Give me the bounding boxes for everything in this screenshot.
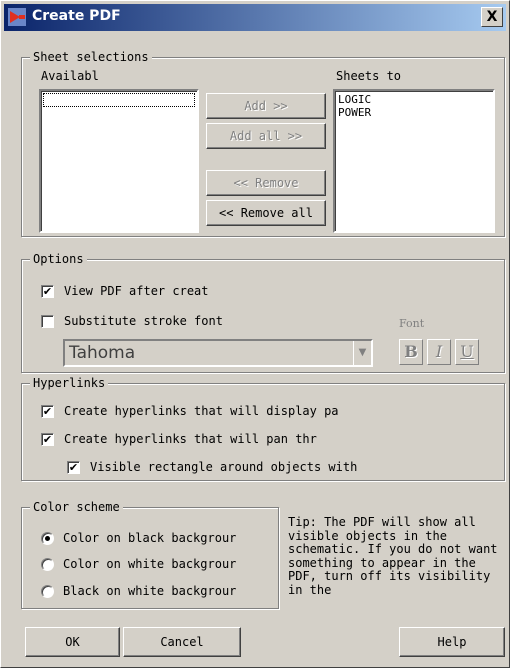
check-icon: ✔ (42, 433, 53, 446)
remove-all-button[interactable]: << Remove all (206, 200, 326, 226)
check-icon: ✔ (68, 461, 79, 474)
available-listbox[interactable] (39, 89, 199, 233)
chevron-down-icon[interactable]: ▼ (353, 341, 371, 365)
list-item[interactable]: LOGIC (338, 93, 490, 106)
radio-dot-icon (45, 536, 50, 541)
tip-text: Tip: The PDF will show all visible objec… (288, 516, 498, 597)
visible-rectangle-label: Visible rectangle around objects with (90, 460, 358, 474)
color-white-label: Color on white backgrour (63, 557, 237, 571)
color-white-radio[interactable] (41, 558, 54, 571)
title-bar[interactable]: Create PDF X (4, 4, 506, 31)
list-item[interactable]: POWER (338, 106, 490, 119)
cancel-button[interactable]: Cancel (123, 627, 241, 657)
view-pdf-checkbox[interactable]: ✔ (41, 285, 54, 298)
pan-hyperlinks-checkbox[interactable]: ✔ (41, 433, 54, 446)
pan-hyperlinks-label: Create hyperlinks that will pan thr (64, 432, 317, 446)
window-title: Create PDF (32, 8, 121, 24)
ok-button[interactable]: OK (25, 627, 120, 657)
color-black-radio[interactable] (41, 532, 54, 545)
font-value: Tahoma (69, 343, 136, 363)
list-focus-rect (43, 93, 195, 107)
underline-button[interactable]: U (455, 339, 479, 365)
app-icon (8, 8, 26, 26)
remove-button[interactable]: << Remove (206, 170, 326, 196)
italic-button[interactable]: I (427, 339, 451, 365)
options-legend: Options (30, 251, 87, 267)
view-pdf-label: View PDF after creat (64, 284, 209, 298)
font-combobox[interactable]: Tahoma ▼ (63, 339, 373, 367)
black-white-label: Black on white backgrour (63, 584, 237, 598)
add-button[interactable]: Add >> (206, 93, 326, 119)
visible-rectangle-checkbox[interactable]: ✔ (67, 461, 80, 474)
create-pdf-dialog: Create PDF X Sheet selections Availabl S… (0, 0, 510, 668)
color-scheme-legend: Color scheme (30, 499, 123, 515)
font-label: Font (399, 317, 425, 330)
available-label: Availabl (41, 69, 99, 83)
substitute-font-label: Substitute stroke font (64, 314, 223, 328)
close-icon: X (486, 9, 498, 25)
help-button[interactable]: Help (399, 627, 505, 657)
substitute-font-checkbox[interactable] (41, 315, 54, 328)
close-button[interactable]: X (481, 7, 503, 27)
color-black-label: Color on black backgrour (63, 531, 237, 545)
display-hyperlinks-label: Create hyperlinks that will display pa (64, 404, 339, 418)
check-icon: ✔ (42, 285, 53, 298)
add-all-button[interactable]: Add all >> (206, 123, 326, 149)
black-white-radio[interactable] (41, 585, 54, 598)
sheets-to-label: Sheets to (336, 69, 402, 83)
bold-button[interactable]: B (399, 339, 423, 365)
display-hyperlinks-checkbox[interactable]: ✔ (41, 405, 54, 418)
sheet-selections-legend: Sheet selections (30, 49, 152, 65)
sheets-to-listbox[interactable]: LOGIC POWER (333, 89, 495, 233)
hyperlinks-legend: Hyperlinks (30, 375, 109, 391)
check-icon: ✔ (42, 405, 53, 418)
